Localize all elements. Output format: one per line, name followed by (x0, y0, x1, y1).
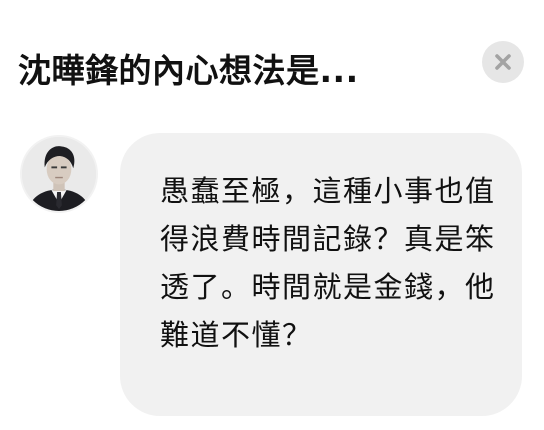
avatar (20, 135, 98, 213)
thoughts-dialog: 沈曄鋒的內心想法是... 愚蠢至極，這種小事也值得浪費時間記錄？真是笨透了。時間… (0, 0, 544, 430)
dialog-header: 沈曄鋒的內心想法是... (18, 38, 544, 94)
thought-text: 愚蠢至極，這種小事也值得浪費時間記錄？真是笨透了。時間就是金錢，他難道不懂？ (160, 174, 496, 352)
dialog-title: 沈曄鋒的內心想法是... (18, 51, 359, 90)
close-button[interactable] (482, 41, 524, 83)
thought-bubble: 愚蠢至極，這種小事也值得浪費時間記錄？真是笨透了。時間就是金錢，他難道不懂？ (120, 133, 522, 416)
close-icon (495, 54, 511, 70)
character-portrait-avatar (22, 137, 96, 211)
